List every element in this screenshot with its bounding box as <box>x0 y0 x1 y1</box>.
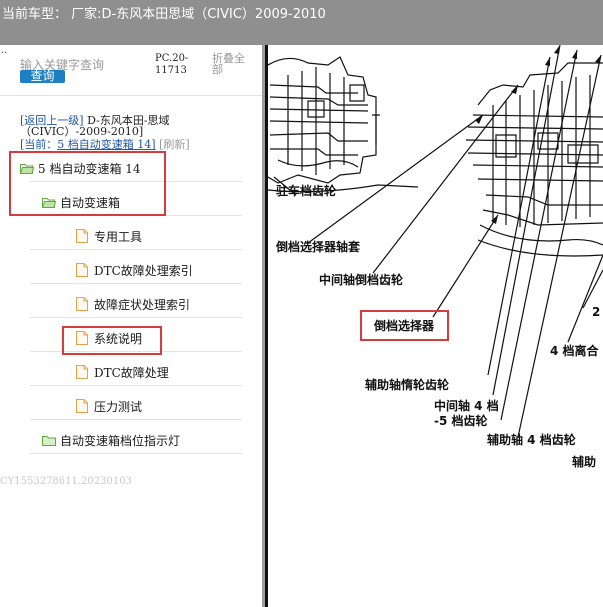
diagram-label: 中间轴倒档齿轮 <box>319 273 404 287</box>
tree-label: DTC故障处理索引 <box>94 263 193 278</box>
diagram-label: 驻车档齿轮 <box>276 184 337 198</box>
diagram-label: 辅助轴 4 档齿轮 <box>487 433 576 447</box>
pc-code: PC.20-11713 <box>155 53 189 76</box>
stray-mark: .. <box>1 45 8 56</box>
tree-label: 压力测试 <box>94 399 143 414</box>
divider <box>30 317 242 318</box>
current-label: [当前： <box>20 138 58 151</box>
divider <box>0 95 262 96</box>
diagram-label: 倒档选择器 <box>374 319 435 333</box>
tree-node-dtc-index[interactable]: DTC故障处理索引 <box>76 258 193 282</box>
transmission-diagram <box>268 45 603 438</box>
watermark: CY1553278611.20230103 <box>0 476 132 487</box>
diagram-panel: 驻车档齿轮 倒档选择器轴套 中间轴倒档齿轮 倒档选择器 辅助轴惰轮齿轮 中间轴 … <box>268 45 603 607</box>
refresh-link[interactable]: [刷新] <box>159 138 190 151</box>
highlight-box <box>62 326 162 355</box>
diagram-label: 辅助 <box>572 455 597 469</box>
tree-label: 自动变速箱档位指示灯 <box>60 433 181 448</box>
tree-label: DTC故障处理 <box>94 365 169 380</box>
diagram-label: 中间轴 4 档 <box>434 399 499 413</box>
tree-label: 故障症状处理索引 <box>94 297 191 312</box>
diagram-label: 辅助轴惰轮齿轮 <box>365 378 450 392</box>
divider <box>30 283 242 284</box>
collapse-all-button[interactable]: 折叠全部 <box>212 53 252 75</box>
diagram-label: 倒档选择器轴套 <box>276 240 361 254</box>
page-icon <box>76 263 88 277</box>
page-icon <box>76 365 88 379</box>
title-text: 当前车型： 厂家:D-东风本田思域（CIVIC）2009-2010 <box>2 7 326 22</box>
divider <box>30 419 242 420</box>
tree-node-dtc-troubleshooting[interactable]: DTC故障处理 <box>76 360 169 384</box>
search-button[interactable]: 查询 <box>20 70 65 83</box>
current-location: [当前：5 档自动变速箱 14] [刷新] <box>20 138 190 151</box>
tree-node-special-tools[interactable]: 专用工具 <box>76 224 142 248</box>
folder-icon <box>42 435 56 446</box>
breadcrumb: [返回上一级] D-东风本田-思域（CIVIC）-2009-2010] <box>20 115 245 137</box>
tree-node-symptom-index[interactable]: 故障症状处理索引 <box>76 292 190 316</box>
page-icon <box>76 399 88 413</box>
divider <box>30 385 242 386</box>
left-panel: .. 输入关键字查询 查询 PC.20-11713 折叠全部 [返回上一级] D… <box>0 45 262 607</box>
diagram-label: -5 档齿轮 <box>434 414 488 428</box>
tree-node-gear-indicator[interactable]: 自动变速箱档位指示灯 <box>42 428 180 452</box>
diagram-label: 2 <box>592 305 601 319</box>
current-path-link[interactable]: 5 档自动变速箱 14] <box>57 138 155 151</box>
page-icon <box>76 297 88 311</box>
tree-label: 专用工具 <box>94 229 143 244</box>
divider <box>30 453 242 454</box>
tree-node-pressure-test[interactable]: 压力测试 <box>76 394 142 418</box>
title-bar: 当前车型： 厂家:D-东风本田思域（CIVIC）2009-2010 <box>0 0 603 45</box>
diagram-label: 4 档离合 <box>550 344 599 358</box>
divider <box>30 249 242 250</box>
page-icon <box>76 229 88 243</box>
highlight-box <box>9 151 166 216</box>
